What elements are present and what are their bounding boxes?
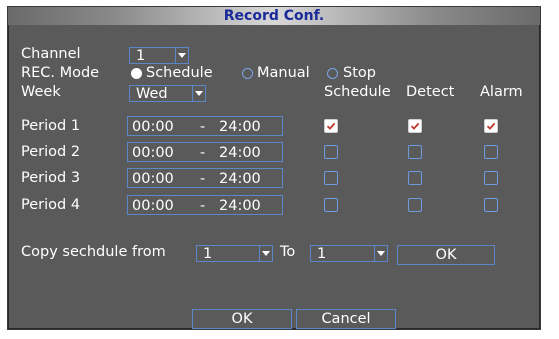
chevron-down-icon[interactable] bbox=[175, 47, 189, 64]
copy-to-label: To bbox=[280, 244, 296, 260]
detect-checkbox[interactable] bbox=[408, 171, 422, 185]
week-label: Week bbox=[21, 84, 61, 100]
period-time-range-input[interactable]: 00:00 -24:00 bbox=[127, 142, 283, 162]
chevron-down-icon[interactable] bbox=[192, 85, 206, 102]
period-end-time[interactable]: 24:00 bbox=[219, 197, 261, 215]
radio-manual-label: Manual bbox=[257, 65, 310, 81]
radio-stop-label: Stop bbox=[343, 65, 376, 81]
channel-value: 1 bbox=[136, 48, 146, 64]
channel-label: Channel bbox=[21, 46, 81, 62]
detect-checkbox[interactable] bbox=[408, 198, 422, 212]
alarm-checkbox[interactable] bbox=[484, 198, 498, 212]
period-start-time[interactable]: 00:00 bbox=[132, 170, 174, 188]
copy-to-select[interactable]: 1 bbox=[310, 245, 388, 262]
period-label: Period 1 bbox=[21, 118, 81, 134]
schedule-checkbox[interactable] bbox=[324, 171, 338, 185]
copy-from-value: 1 bbox=[203, 246, 213, 262]
copy-to-value: 1 bbox=[317, 246, 327, 262]
schedule-checkbox[interactable] bbox=[324, 198, 338, 212]
dialog-title: Record Conf. bbox=[223, 8, 325, 24]
checkmark-icon bbox=[486, 122, 496, 130]
period-time-separator: - bbox=[200, 171, 206, 187]
period-start-time[interactable]: 00:00 bbox=[132, 118, 174, 136]
column-header-detect: Detect bbox=[406, 84, 455, 100]
period-end-time[interactable]: 24:00 bbox=[219, 170, 261, 188]
channel-select[interactable]: 1 bbox=[129, 47, 189, 64]
schedule-checkbox[interactable] bbox=[324, 145, 338, 159]
record-conf-dialog: Record Conf. Channel 1 REC. Mode Schedul… bbox=[7, 6, 541, 330]
period-time-range-input[interactable]: 00:00 -24:00 bbox=[127, 195, 283, 215]
checkmark-icon bbox=[326, 122, 336, 130]
period-time-separator: - bbox=[200, 119, 206, 135]
rec-mode-label: REC. Mode bbox=[21, 65, 100, 81]
period-time-range-input[interactable]: 00:00 -24:00 bbox=[127, 116, 283, 136]
column-header-alarm: Alarm bbox=[480, 84, 523, 100]
period-label: Period 2 bbox=[21, 144, 81, 160]
period-label: Period 3 bbox=[21, 170, 81, 186]
chevron-down-icon[interactable] bbox=[374, 245, 388, 262]
chevron-down-icon[interactable] bbox=[259, 245, 273, 262]
period-start-time[interactable]: 00:00 bbox=[132, 144, 174, 162]
radio-schedule[interactable] bbox=[131, 68, 142, 79]
period-start-time[interactable]: 00:00 bbox=[132, 197, 174, 215]
week-select[interactable]: Wed bbox=[129, 85, 206, 102]
copy-schedule-label: Copy sechdule from bbox=[21, 244, 166, 260]
period-label: Period 4 bbox=[21, 197, 81, 213]
checkmark-icon bbox=[410, 122, 420, 130]
alarm-checkbox[interactable] bbox=[484, 119, 498, 133]
period-time-separator: - bbox=[200, 198, 206, 214]
period-time-separator: - bbox=[200, 145, 206, 161]
period-end-time[interactable]: 24:00 bbox=[219, 144, 261, 162]
alarm-checkbox[interactable] bbox=[484, 171, 498, 185]
alarm-checkbox[interactable] bbox=[484, 145, 498, 159]
radio-stop[interactable] bbox=[327, 68, 338, 79]
week-value: Wed bbox=[136, 86, 168, 102]
radio-schedule-label: Schedule bbox=[146, 65, 213, 81]
detect-checkbox[interactable] bbox=[408, 119, 422, 133]
copy-ok-button[interactable]: OK bbox=[397, 245, 495, 265]
ok-button[interactable]: OK bbox=[192, 309, 292, 329]
period-end-time[interactable]: 24:00 bbox=[219, 118, 261, 136]
detect-checkbox[interactable] bbox=[408, 145, 422, 159]
column-header-schedule: Schedule bbox=[324, 84, 391, 100]
radio-manual[interactable] bbox=[242, 68, 253, 79]
schedule-checkbox[interactable] bbox=[324, 119, 338, 133]
copy-from-select[interactable]: 1 bbox=[196, 245, 273, 262]
title-bar: Record Conf. bbox=[8, 7, 540, 25]
period-time-range-input[interactable]: 00:00 -24:00 bbox=[127, 168, 283, 188]
cancel-button[interactable]: Cancel bbox=[296, 309, 396, 329]
